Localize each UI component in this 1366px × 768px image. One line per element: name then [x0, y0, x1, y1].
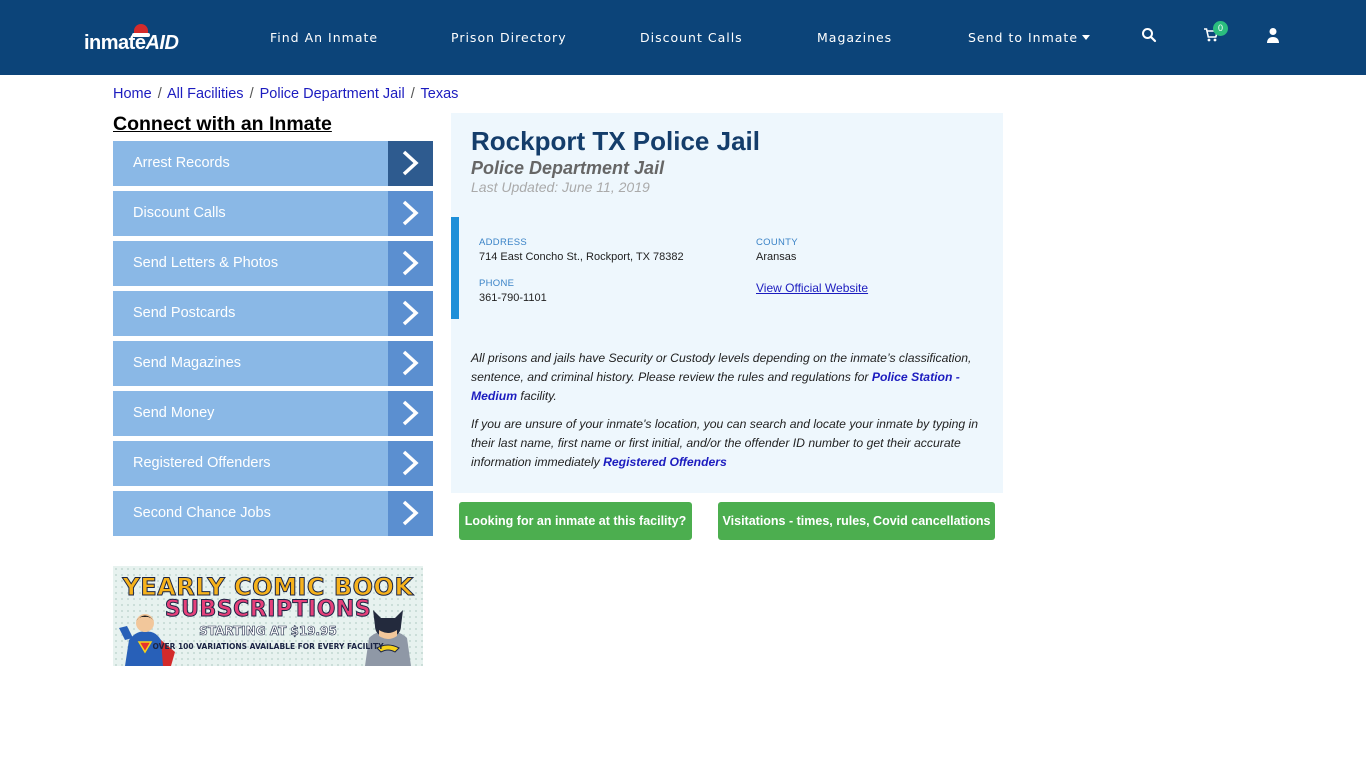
visitations-button[interactable]: Visitations - times, rules, Covid cancel…	[718, 502, 995, 540]
sidebar-menu: Arrest Records Discount Calls Send Lette…	[113, 141, 433, 541]
nav-discount-calls[interactable]: Discount Calls	[640, 30, 743, 45]
address-value: 714 East Concho St., Rockport, TX 78382	[479, 251, 684, 263]
nav-prison-directory[interactable]: Prison Directory	[451, 30, 567, 45]
chevron-right-icon	[388, 291, 433, 336]
search-icon[interactable]	[1141, 27, 1159, 45]
chevron-right-icon	[388, 391, 433, 436]
sidebar-item-registered-offenders[interactable]: Registered Offenders	[113, 441, 433, 486]
sidebar-item-label: Send Money	[133, 405, 215, 421]
phone-value: 361-790-1101	[479, 292, 547, 304]
breadcrumb-all-facilities[interactable]: All Facilities	[167, 86, 244, 102]
banner-price: STARTING AT $19.95	[199, 624, 337, 639]
sidebar-item-label: Arrest Records	[133, 155, 230, 171]
county-label: COUNTY	[756, 237, 798, 248]
cart-count-badge: 0	[1213, 21, 1228, 36]
logo-text: inmateAID	[84, 32, 179, 54]
sidebar-item-arrest-records[interactable]: Arrest Records	[113, 141, 433, 186]
county-value: Aransas	[756, 251, 797, 263]
last-updated: Last Updated: June 11, 2019	[471, 179, 650, 195]
nav-magazines[interactable]: Magazines	[817, 30, 892, 45]
chevron-down-icon	[1082, 35, 1091, 40]
nav-send-to-inmate-label: Send to Inmate	[968, 30, 1079, 45]
phone-label: PHONE	[479, 278, 515, 289]
chevron-right-icon	[388, 491, 433, 536]
comic-subscription-banner[interactable]: YEARLY COMIC BOOK SUBSCRIPTIONS STARTING…	[113, 566, 423, 666]
security-text-end: facility.	[517, 389, 557, 403]
banner-subheadline: SUBSCRIPTIONS	[164, 597, 372, 623]
sidebar-item-label: Second Chance Jobs	[133, 505, 271, 521]
sidebar-item-label: Send Letters & Photos	[133, 255, 279, 271]
cart-button[interactable]: 0	[1203, 21, 1228, 45]
sidebar-title[interactable]: Connect with an Inmate	[113, 113, 332, 136]
facility-card: Rockport TX Police Jail Police Departmen…	[451, 113, 1003, 493]
chevron-right-icon	[388, 191, 433, 236]
breadcrumb: Home / All Facilities / Police Departmen…	[113, 86, 458, 102]
nav-find-an-inmate[interactable]: Find An Inmate	[270, 30, 378, 45]
address-label: ADDRESS	[479, 237, 528, 248]
sidebar-item-discount-calls[interactable]: Discount Calls	[113, 191, 433, 236]
sidebar-item-label: Registered Offenders	[133, 455, 271, 471]
inmateaid-logo[interactable]: inmateAID	[84, 24, 184, 54]
banner-note: OVER 100 VARIATIONS AVAILABLE FOR EVERY …	[152, 642, 384, 651]
registered-offenders-link[interactable]: Registered Offenders	[603, 455, 727, 469]
sidebar-item-send-postcards[interactable]: Send Postcards	[113, 291, 433, 336]
sidebar-item-label: Send Postcards	[133, 305, 236, 321]
sidebar-item-send-letters-photos[interactable]: Send Letters & Photos	[113, 241, 433, 286]
sidebar-item-label: Send Magazines	[133, 355, 242, 371]
chevron-right-icon	[388, 141, 433, 186]
sidebar-item-send-money[interactable]: Send Money	[113, 391, 433, 436]
user-icon[interactable]	[1265, 27, 1283, 45]
looking-for-inmate-button[interactable]: Looking for an inmate at this facility?	[459, 502, 692, 540]
chevron-right-icon	[388, 341, 433, 386]
official-website-link[interactable]: View Official Website	[756, 281, 868, 295]
sidebar-item-send-magazines[interactable]: Send Magazines	[113, 341, 433, 386]
breadcrumb-separator: /	[157, 86, 162, 102]
page-title: Rockport TX Police Jail	[471, 126, 760, 156]
facility-info-block: ADDRESS 714 East Concho St., Rockport, T…	[451, 217, 1003, 319]
breadcrumb-separator: /	[249, 86, 254, 102]
chevron-right-icon	[388, 441, 433, 486]
security-level-paragraph: All prisons and jails have Security or C…	[471, 349, 981, 406]
locate-inmate-paragraph: If you are unsure of your inmate's locat…	[471, 415, 981, 472]
sidebar-item-second-chance-jobs[interactable]: Second Chance Jobs	[113, 491, 433, 536]
breadcrumb-texas[interactable]: Texas	[421, 86, 459, 102]
facility-type: Police Department Jail	[471, 158, 665, 178]
breadcrumb-separator: /	[410, 86, 415, 102]
top-navbar: inmateAID Find An Inmate Prison Director…	[0, 0, 1366, 75]
breadcrumb-police-department-jail[interactable]: Police Department Jail	[260, 86, 405, 102]
sidebar-item-label: Discount Calls	[133, 205, 226, 221]
breadcrumb-home[interactable]: Home	[113, 86, 152, 102]
nav-send-to-inmate[interactable]: Send to Inmate	[968, 30, 1091, 45]
chevron-right-icon	[388, 241, 433, 286]
